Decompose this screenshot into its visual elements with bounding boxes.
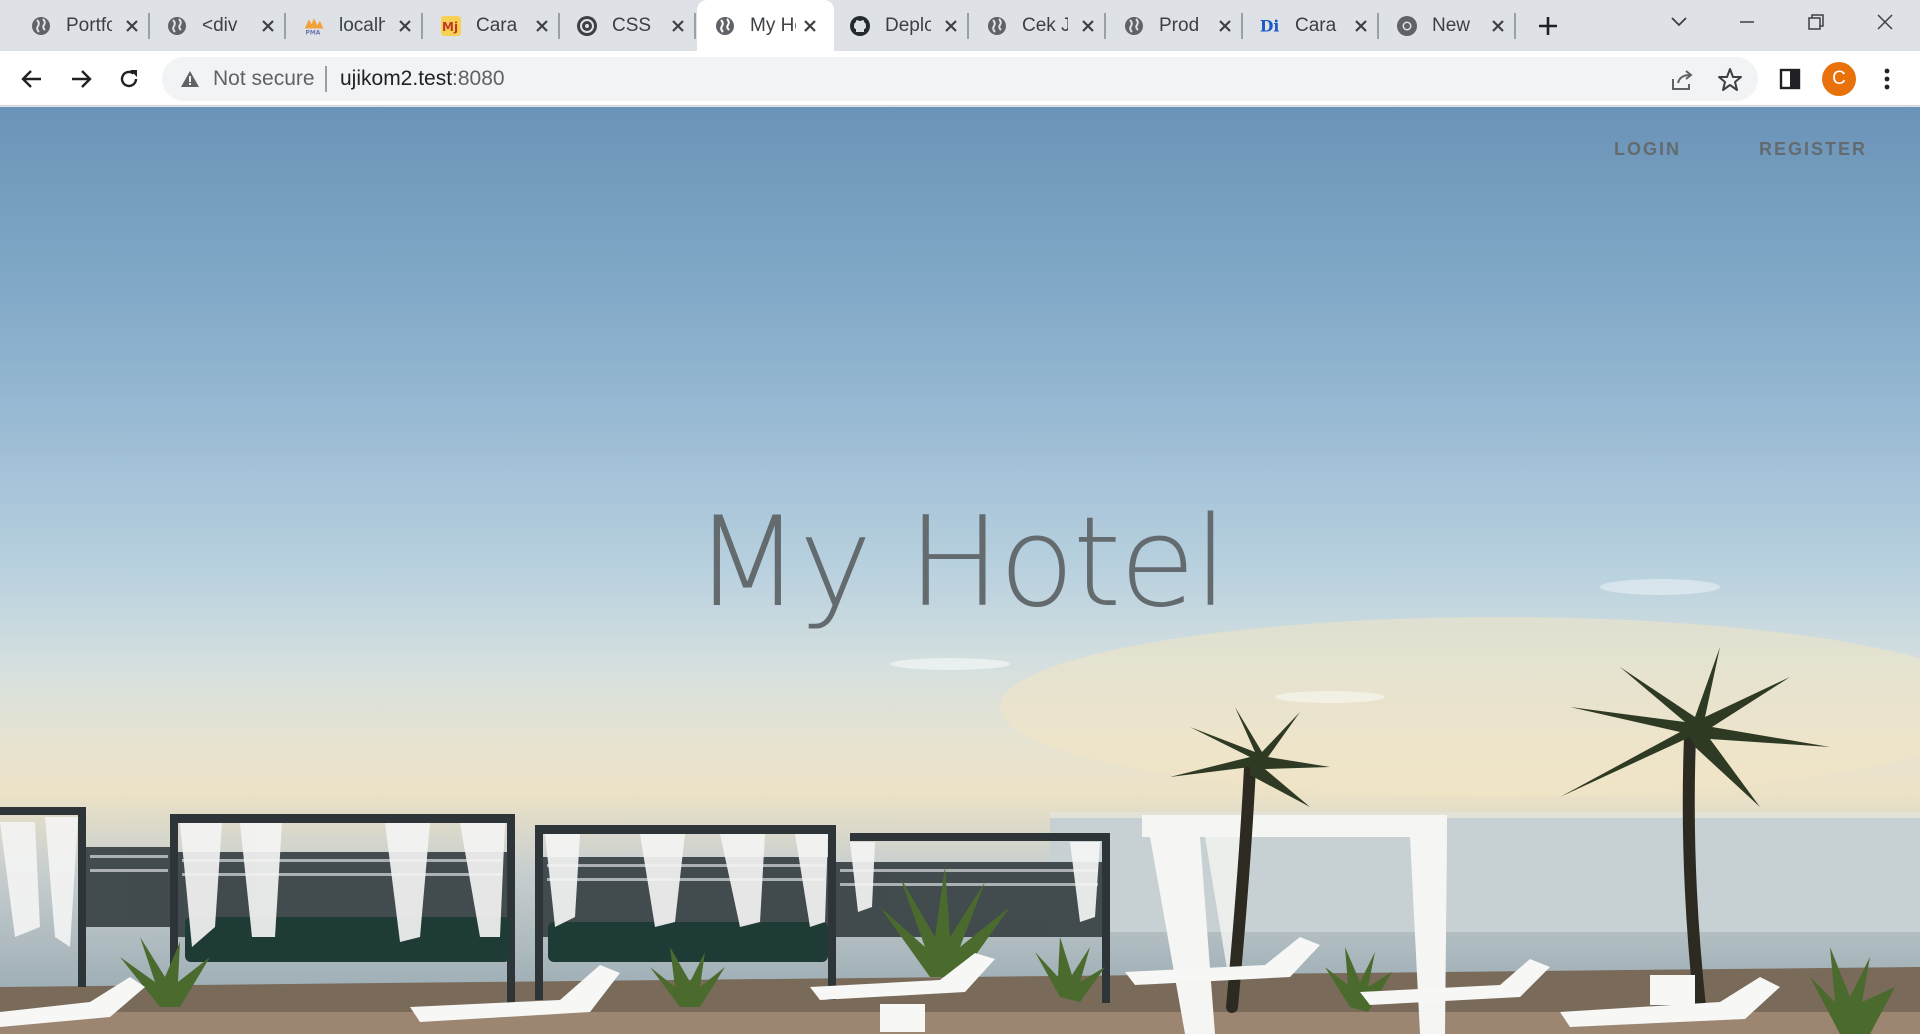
tab-cara-di[interactable]: Di Cara: [1229, 0, 1379, 51]
tab-strip: Portfolio <div PMA localhost Mj Cara CSS: [0, 0, 1920, 51]
tab-cek[interactable]: Cek J: [956, 0, 1106, 51]
side-panel-icon: [1779, 68, 1801, 90]
tab-title: Deploy: [885, 15, 931, 36]
register-link[interactable]: REGISTER: [1759, 139, 1867, 160]
close-tab-icon[interactable]: [800, 16, 820, 36]
tab-css[interactable]: CSS: [546, 0, 696, 51]
github-icon: [849, 15, 871, 37]
bookmark-star-icon[interactable]: [1717, 67, 1743, 93]
di-icon: Di: [1259, 15, 1281, 37]
warning-icon: [181, 71, 199, 87]
minimize-button[interactable]: [1729, 8, 1765, 36]
reload-button[interactable]: [112, 62, 146, 96]
globe-icon: [30, 15, 52, 37]
chrome-icon: [1396, 15, 1418, 37]
tab-title: New: [1432, 15, 1471, 36]
css-icon: [576, 15, 598, 37]
svg-text:Mj: Mj: [442, 20, 458, 34]
tab-separator: [1514, 13, 1516, 39]
tab-title: Cara: [476, 15, 518, 36]
globe-icon: [986, 15, 1008, 37]
restore-button[interactable]: [1798, 8, 1834, 36]
address-divider: [325, 66, 327, 92]
tab-my-hotel[interactable]: My Hotel: [697, 0, 834, 51]
plus-icon: [1539, 17, 1557, 35]
globe-icon: [1123, 15, 1145, 37]
close-tab-icon[interactable]: [1488, 16, 1508, 36]
tab-cara[interactable]: Mj Cara: [410, 0, 560, 51]
menu-button[interactable]: [1870, 62, 1904, 96]
chevron-down-icon: [1671, 17, 1687, 27]
hotel-landing-page: LOGIN REGISTER My Hotel: [0, 107, 1920, 1034]
back-button[interactable]: [15, 62, 49, 96]
mj-icon: Mj: [440, 15, 462, 37]
tab-title: <div: [202, 15, 238, 36]
svg-text:Di: Di: [1260, 17, 1280, 36]
url-text[interactable]: ujikom2.test:8080: [340, 67, 505, 91]
tab-prod[interactable]: Prod: [1093, 0, 1243, 51]
tab-title: Portfolio: [66, 15, 112, 36]
tab-separator: [694, 13, 696, 39]
globe-icon: [166, 15, 188, 37]
svg-text:PMA: PMA: [306, 30, 321, 36]
tab-title: Cek J: [1022, 15, 1068, 36]
close-window-button[interactable]: [1867, 8, 1903, 36]
new-tab-button[interactable]: [1532, 10, 1564, 42]
page-title: My Hotel: [693, 491, 1228, 635]
tab-portfolio[interactable]: Portfolio: [0, 0, 150, 51]
tab-localhost[interactable]: PMA localhost: [273, 0, 423, 51]
url-port: :8080: [452, 67, 505, 90]
arrow-left-icon: [21, 70, 41, 88]
tab-div[interactable]: <div: [136, 0, 286, 51]
security-status[interactable]: Not secure: [213, 67, 315, 91]
tab-title: Prod: [1159, 15, 1200, 36]
share-icon[interactable]: [1669, 67, 1695, 93]
close-tab-icon[interactable]: [668, 16, 688, 36]
tab-title: CSS: [612, 15, 652, 36]
tab-deploy[interactable]: Deploy: [819, 0, 969, 51]
tab-title: Cara: [1295, 15, 1337, 36]
close-icon: [1877, 14, 1893, 30]
phpmyadmin-icon: PMA: [303, 15, 325, 37]
forward-button[interactable]: [64, 62, 98, 96]
globe-icon: [714, 15, 736, 37]
arrow-right-icon: [72, 70, 92, 88]
side-panel-button[interactable]: [1773, 62, 1807, 96]
tab-title: My Hotel: [750, 15, 796, 36]
restore-icon: [1808, 14, 1824, 30]
minimize-icon: [1740, 21, 1754, 23]
kebab-menu-icon: [1884, 68, 1890, 90]
tab-new[interactable]: New: [1366, 0, 1516, 51]
address-bar[interactable]: Not secure ujikom2.test:8080: [162, 57, 1758, 101]
login-link[interactable]: LOGIN: [1614, 139, 1681, 160]
url-host: ujikom2.test: [340, 67, 453, 90]
profile-avatar[interactable]: C: [1822, 62, 1856, 96]
tab-title: localhost: [339, 15, 385, 36]
browser-toolbar: Not secure ujikom2.test:8080 C: [0, 51, 1920, 106]
reload-icon: [120, 70, 138, 88]
tab-search-button[interactable]: [1661, 8, 1697, 36]
